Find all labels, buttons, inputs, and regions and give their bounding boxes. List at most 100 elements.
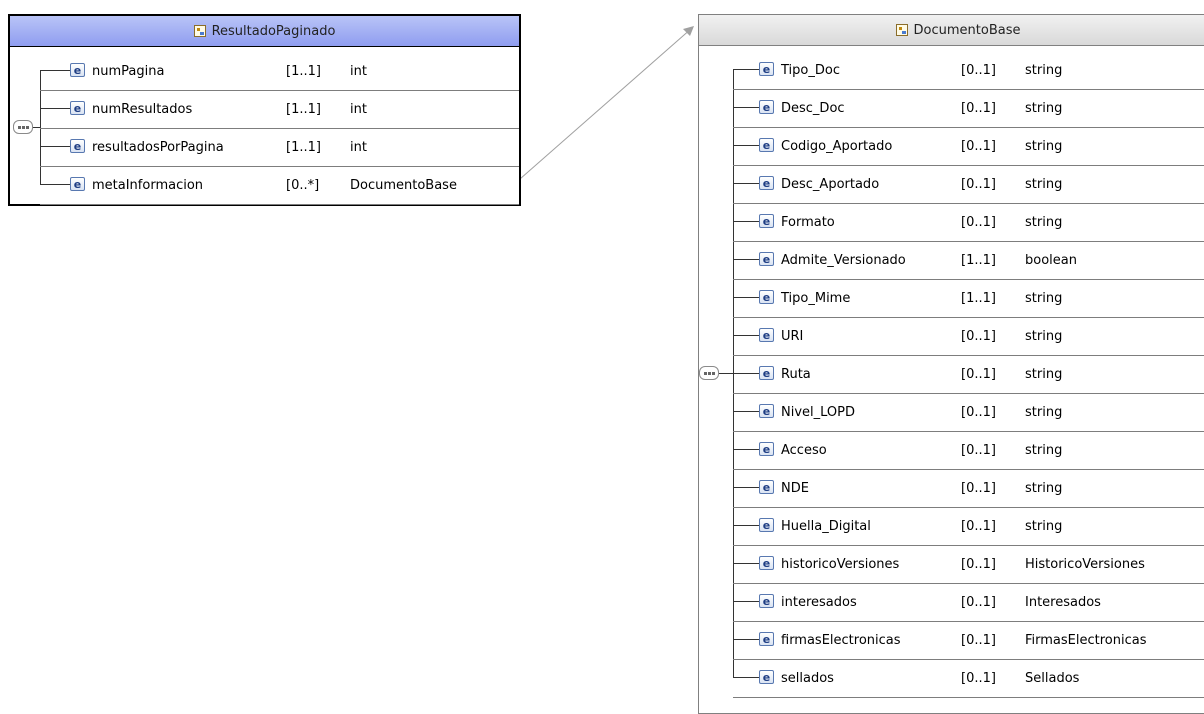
element-multiplicity: [0..1] — [961, 556, 996, 572]
documento-base-header[interactable]: DocumentoBase — [699, 15, 1204, 46]
element-icon: e — [759, 214, 774, 228]
element-row[interactable]: e numResultados [1..1] int — [40, 90, 519, 129]
element-row[interactable]: e firmasElectronicas [0..1] FirmasElectroni… — [733, 621, 1204, 660]
element-name: numPagina — [92, 63, 165, 79]
element-multiplicity: [0..1] — [961, 366, 996, 382]
element-name: Tipo_Mime — [781, 290, 851, 306]
element-icon: e — [759, 632, 774, 646]
element-type: Interesados — [1025, 594, 1101, 610]
element-multiplicity: [0..1] — [961, 138, 996, 154]
element-row[interactable]: e Desc_Aportado [0..1] string — [733, 165, 1204, 204]
element-row[interactable]: e URI [0..1] string — [733, 317, 1204, 356]
element-icon: e — [70, 63, 85, 77]
element-name: Nivel_LOPD — [781, 404, 856, 420]
element-row[interactable]: e historicoVersiones [0..1] HistoricoVersio… — [733, 545, 1204, 584]
element-row[interactable]: e Tipo_Mime [1..1] string — [733, 279, 1204, 318]
element-type: string — [1025, 214, 1063, 230]
element-name: Huella_Digital — [781, 518, 871, 534]
element-row[interactable]: e NDE [0..1] string — [733, 469, 1204, 508]
element-type: string — [1025, 138, 1063, 154]
element-type: HistoricoVersiones — [1025, 556, 1145, 572]
element-multiplicity: [1..1] — [961, 290, 996, 306]
element-row[interactable]: e sellados [0..1] Sellados — [733, 659, 1204, 698]
element-type: string — [1025, 366, 1063, 382]
element-type: string — [1025, 442, 1063, 458]
tree-connector — [733, 487, 759, 488]
tree-connector — [733, 639, 759, 640]
element-multiplicity: [0..*] — [286, 177, 320, 193]
complex-type-icon — [193, 25, 206, 37]
element-row[interactable]: e resultadosPorPagina [1..1] int — [40, 128, 519, 167]
element-row[interactable]: e Codigo_Aportado [0..1] string — [733, 127, 1204, 166]
element-name: Acceso — [781, 442, 827, 458]
element-name: Ruta — [781, 366, 811, 382]
sequence-connector — [33, 127, 40, 128]
element-icon: e — [759, 404, 774, 418]
tree-connector — [40, 70, 70, 71]
complex-type-icon — [895, 24, 908, 36]
element-multiplicity: [1..1] — [961, 252, 996, 268]
tree-connector — [733, 563, 759, 564]
tree-connector — [733, 259, 759, 260]
element-row[interactable]: e Huella_Digital [0..1] string — [733, 507, 1204, 546]
element-type: boolean — [1025, 252, 1077, 268]
element-name: historicoVersiones — [781, 556, 900, 572]
element-type: int — [350, 63, 367, 79]
element-type: FirmasElectronicas — [1025, 632, 1147, 648]
sequence-compositor-icon[interactable] — [13, 120, 33, 134]
element-name: numResultados — [92, 101, 193, 117]
element-row[interactable]: e Formato [0..1] string — [733, 203, 1204, 242]
element-multiplicity: [0..1] — [961, 480, 996, 496]
element-row[interactable]: e Admite_Versionado [1..1] boolean — [733, 241, 1204, 280]
tree-connector — [733, 525, 759, 526]
sequence-compositor-icon[interactable] — [699, 366, 719, 380]
tree-connector — [733, 183, 759, 184]
sequence-connector — [719, 373, 733, 374]
element-icon: e — [759, 176, 774, 190]
tree-connector — [40, 184, 70, 185]
element-row[interactable]: e Ruta [0..1] string — [733, 355, 1204, 394]
tree-connector — [733, 601, 759, 602]
element-multiplicity: [0..1] — [961, 328, 996, 344]
element-multiplicity: [1..1] — [286, 101, 321, 117]
resultado-paginado-title: ResultadoPaginado — [211, 23, 336, 39]
element-row[interactable]: e Acceso [0..1] string — [733, 431, 1204, 470]
element-multiplicity: [0..1] — [961, 214, 996, 230]
tree-connector — [733, 449, 759, 450]
resultado-paginado-box[interactable]: ResultadoPaginado e numPagina [1..1] int e nu… — [8, 14, 521, 206]
element-icon: e — [70, 139, 85, 153]
element-multiplicity: [0..1] — [961, 632, 996, 648]
element-type: string — [1025, 480, 1063, 496]
element-row[interactable]: e Desc_Doc [0..1] string — [733, 89, 1204, 128]
element-icon: e — [759, 62, 774, 76]
element-name: interesados — [781, 594, 857, 610]
element-name: Codigo_Aportado — [781, 138, 893, 154]
documento-base-title: DocumentoBase — [913, 22, 1021, 38]
element-multiplicity: [0..1] — [961, 670, 996, 686]
element-type: int — [350, 101, 367, 117]
element-row[interactable]: e metaInformacion [0..*] DocumentoBase — [40, 166, 519, 205]
element-type: string — [1025, 404, 1063, 420]
documento-base-box[interactable]: DocumentoBase e Tipo_Doc [0..1] string e Desc… — [698, 14, 1204, 714]
element-type: DocumentoBase — [350, 177, 457, 193]
element-type: string — [1025, 328, 1063, 344]
tree-connector — [733, 677, 759, 678]
element-icon: e — [759, 594, 774, 608]
element-icon: e — [759, 442, 774, 456]
resultado-paginado-header[interactable]: ResultadoPaginado — [10, 16, 519, 47]
tree-connector — [733, 69, 759, 70]
element-icon: e — [759, 670, 774, 684]
tree-connector — [733, 297, 759, 298]
element-name: Desc_Aportado — [781, 176, 880, 192]
element-type: string — [1025, 100, 1063, 116]
element-type: string — [1025, 176, 1063, 192]
element-row[interactable]: e numPagina [1..1] int — [40, 52, 519, 91]
element-name: Tipo_Doc — [781, 62, 840, 78]
tree-connector — [733, 411, 759, 412]
tree-connector — [733, 373, 759, 374]
element-row[interactable]: e interesados [0..1] Interesados — [733, 583, 1204, 622]
element-type: string — [1025, 62, 1063, 78]
element-row[interactable]: e Tipo_Doc [0..1] string — [733, 51, 1204, 90]
element-multiplicity: [0..1] — [961, 62, 996, 78]
element-row[interactable]: e Nivel_LOPD [0..1] string — [733, 393, 1204, 432]
